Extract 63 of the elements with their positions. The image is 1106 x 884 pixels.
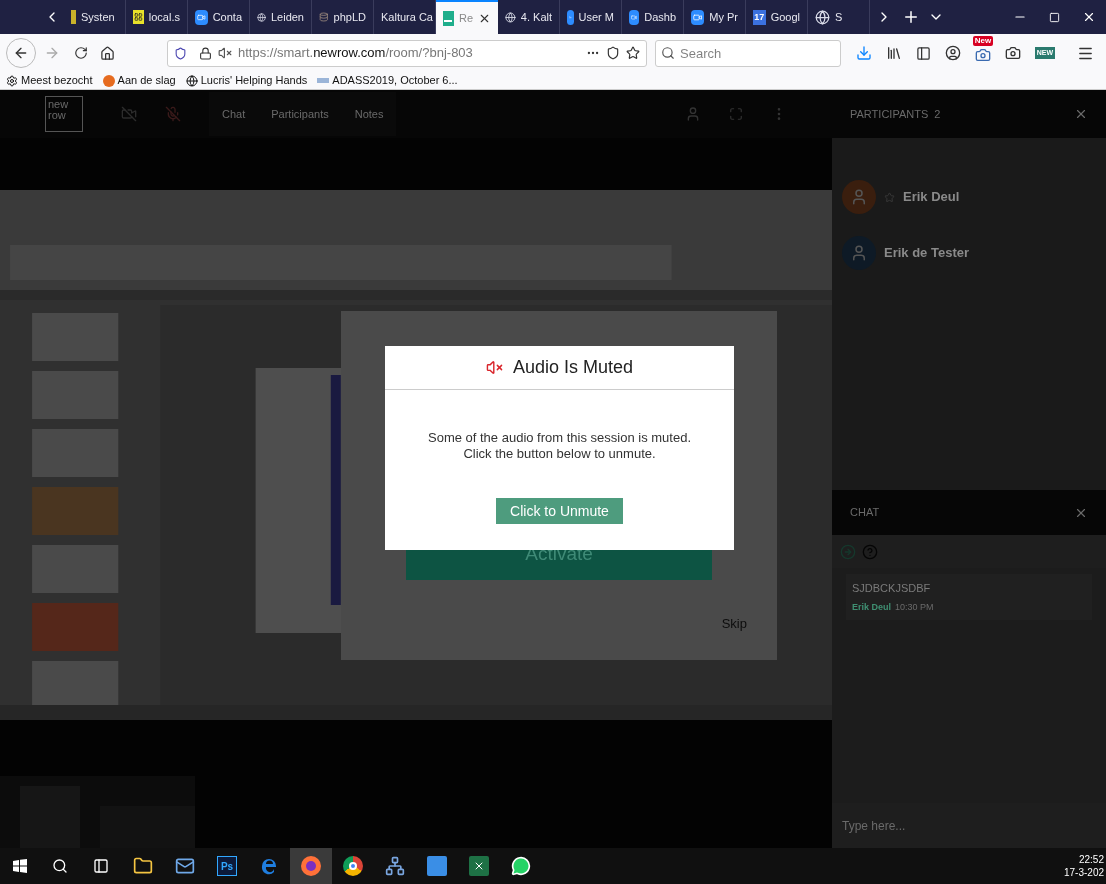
shield-icon: [174, 46, 187, 60]
sidebar-icon[interactable]: [915, 45, 931, 61]
participant-name[interactable]: Erik Deul: [903, 187, 960, 207]
task-view-icon[interactable]: [93, 858, 109, 874]
muted-speaker-icon: [218, 46, 232, 60]
e-logo-icon: [259, 856, 279, 876]
site-icon: [317, 78, 330, 83]
clock-time: 22:52: [1078, 853, 1104, 866]
bookmark-link[interactable]: Lucris' Helping Hands: [185, 72, 308, 89]
new-tab-icon[interactable]: [902, 8, 920, 26]
close-icon[interactable]: [1082, 10, 1096, 24]
address-bar[interactable]: https://smart.newrow.com/room/?bnj-803: [167, 39, 647, 67]
clock-date: 17-3-202: [1063, 866, 1104, 879]
search-icon: [661, 45, 675, 60]
new-badge: New: [972, 36, 994, 46]
chat-bubble-icon: [511, 856, 531, 876]
grid-icon: [133, 10, 144, 24]
network-icon: [385, 856, 405, 876]
camera-icon[interactable]: [1004, 45, 1021, 61]
panel-title: CHAT: [850, 505, 880, 521]
message-time: 10:30 PM: [895, 600, 934, 614]
message-text: SJDBCKJSDBF: [852, 581, 932, 596]
gear-icon: [6, 74, 18, 87]
calendar-icon: 17: [753, 9, 766, 25]
account-icon[interactable]: [944, 45, 961, 61]
fox-logo-icon: [102, 74, 115, 87]
globe-icon: [815, 9, 830, 25]
message-author: Erik Deul: [852, 600, 891, 614]
globe-icon: [505, 9, 516, 25]
maximize-icon[interactable]: [1049, 11, 1060, 23]
bookmark-link[interactable]: Aan de slag: [102, 72, 176, 89]
spreadsheet-icon: [469, 856, 489, 876]
nav-tab[interactable]: Notes: [341, 91, 397, 137]
nav-tab[interactable]: Participants: [258, 91, 342, 137]
app-icon: [443, 10, 454, 26]
chrome-logo-icon: [343, 856, 363, 876]
photoshop-icon: Ps: [217, 856, 237, 876]
dialog-title: Audio Is Muted: [512, 356, 634, 379]
panel-title: PARTICIPANTS: [850, 106, 929, 122]
participant-name[interactable]: Erik de Tester: [884, 243, 970, 263]
search-field[interactable]: Search: [655, 39, 841, 67]
search-icon[interactable]: [52, 858, 68, 874]
download-icon[interactable]: [855, 45, 872, 61]
screenshot-icon[interactable]: [974, 47, 991, 63]
library-icon[interactable]: [885, 45, 902, 61]
star-icon[interactable]: [626, 46, 640, 60]
taskbar-app[interactable]: Ps: [206, 848, 248, 884]
database-icon: [319, 10, 329, 24]
fox-logo-icon: [301, 856, 321, 876]
bookmark-link[interactable]: ADASS2019, October 6...: [317, 72, 458, 89]
globe-icon: [185, 74, 198, 87]
home-icon[interactable]: [100, 45, 115, 61]
url-text: https://smart.newrow.com/room/?bnj-803: [238, 44, 473, 63]
windows-logo-icon[interactable]: [13, 859, 27, 873]
logo: new row: [45, 96, 83, 132]
mail-icon: [175, 856, 195, 876]
participant-count: 2: [934, 106, 941, 122]
muted-speaker-icon: [485, 359, 503, 376]
reload-icon[interactable]: [74, 46, 88, 60]
dialog-message: Some of the audio from this session is muted. Click the button below to unmute.: [427, 430, 692, 462]
nav-tab[interactable]: Chat: [209, 91, 259, 137]
bookmark-link[interactable]: Meest bezocht: [6, 72, 93, 89]
lock-icon: [199, 46, 212, 60]
